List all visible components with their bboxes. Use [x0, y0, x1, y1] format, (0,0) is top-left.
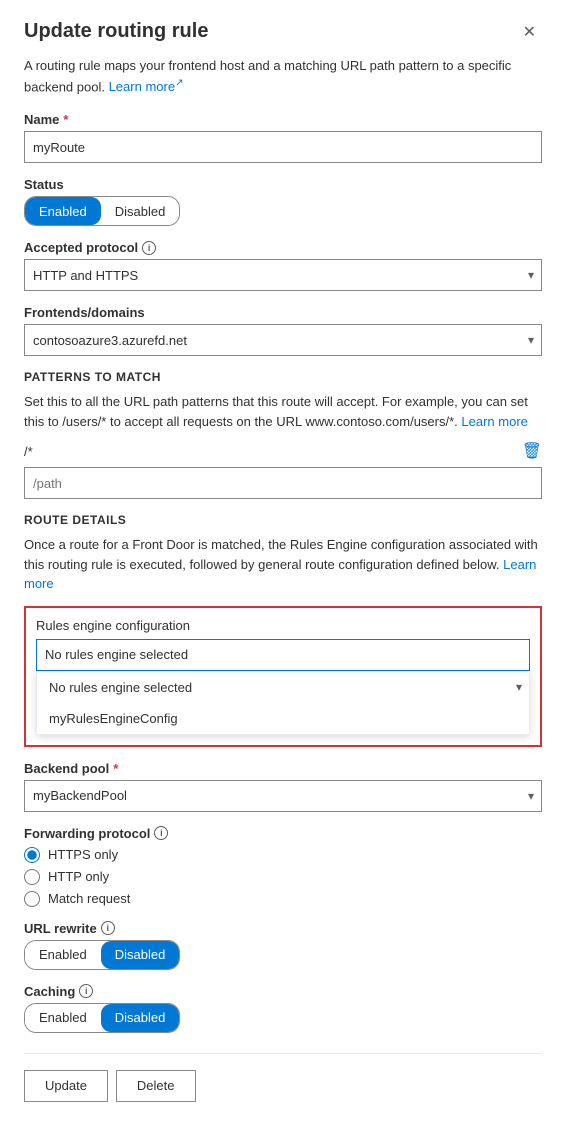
rules-engine-dropdown: No rules engine selected ▾ No rules engi…	[36, 639, 530, 735]
frontends-select-wrapper: contosoazure3.azurefd.net ▾	[24, 324, 542, 356]
caching-disabled-button[interactable]: Disabled	[101, 1004, 180, 1032]
backend-pool-select-wrapper: myBackendPool ▾	[24, 780, 542, 812]
rules-engine-label: Rules engine configuration	[36, 618, 530, 633]
backend-pool-field-group: Backend pool * myBackendPool ▾	[24, 761, 542, 812]
forwarding-https-only-radio[interactable]	[24, 847, 40, 863]
pattern-input[interactable]	[24, 467, 542, 499]
forwarding-protocol-info-icon[interactable]: i	[154, 826, 168, 840]
forwarding-protocol-radio-group: HTTPS only HTTP only Match request	[24, 847, 542, 907]
name-label: Name *	[24, 112, 542, 127]
name-required-indicator: *	[63, 112, 68, 127]
panel-header: Update routing rule ✕	[24, 20, 542, 44]
status-field-group: Status Enabled Disabled	[24, 177, 542, 226]
forwarding-https-only-row: HTTPS only	[24, 847, 542, 863]
forwarding-match-request-row: Match request	[24, 891, 542, 907]
forwarding-http-only-radio[interactable]	[24, 869, 40, 885]
rules-engine-option-config[interactable]: myRulesEngineConfig	[37, 703, 529, 734]
protocol-select[interactable]: HTTP and HTTPS HTTPS only HTTP only	[24, 259, 542, 291]
status-disabled-button[interactable]: Disabled	[101, 197, 180, 225]
pattern-value: /*	[24, 444, 33, 459]
forwarding-protocol-label: Forwarding protocol i	[24, 826, 542, 841]
delete-button[interactable]: Delete	[116, 1070, 196, 1102]
patterns-description: Set this to all the URL path patterns th…	[24, 392, 542, 431]
url-rewrite-disabled-button[interactable]: Disabled	[101, 941, 180, 969]
caching-info-icon[interactable]: i	[79, 984, 93, 998]
rules-engine-option-none[interactable]: No rules engine selected	[37, 672, 529, 703]
external-link-icon: ↗	[175, 78, 183, 89]
backend-pool-required-indicator: *	[113, 761, 118, 776]
caching-field-group: Caching i Enabled Disabled	[24, 984, 542, 1033]
frontends-select[interactable]: contosoazure3.azurefd.net	[24, 324, 542, 356]
close-button[interactable]: ✕	[517, 20, 542, 44]
forwarding-match-request-radio[interactable]	[24, 891, 40, 907]
forwarding-match-request-label: Match request	[48, 891, 130, 906]
update-routing-rule-panel: Update routing rule ✕ A routing rule map…	[0, 0, 566, 1122]
description-learn-more-link[interactable]: Learn more↗	[109, 79, 184, 94]
forwarding-http-only-label: HTTP only	[48, 869, 109, 884]
protocol-info-icon[interactable]: i	[142, 241, 156, 255]
patterns-learn-more-link[interactable]: Learn more	[461, 414, 527, 429]
caching-label: Caching i	[24, 984, 542, 999]
forwarding-http-only-row: HTTP only	[24, 869, 542, 885]
delete-pattern-icon[interactable]: 🗑	[522, 441, 542, 461]
forwarding-protocol-field-group: Forwarding protocol i HTTPS only HTTP on…	[24, 826, 542, 907]
name-input[interactable]	[24, 131, 542, 163]
panel-title: Update routing rule	[24, 20, 208, 43]
protocol-field-group: Accepted protocol i HTTP and HTTPS HTTPS…	[24, 240, 542, 291]
rules-engine-box: Rules engine configuration No rules engi…	[24, 606, 542, 747]
protocol-select-wrapper: HTTP and HTTPS HTTPS only HTTP only ▾	[24, 259, 542, 291]
patterns-section-title: PATTERNS TO MATCH	[24, 370, 542, 384]
url-rewrite-label: URL rewrite i	[24, 921, 542, 936]
route-details-section-title: ROUTE DETAILS	[24, 513, 542, 527]
frontends-field-group: Frontends/domains contosoazure3.azurefd.…	[24, 305, 542, 356]
caching-toggle: Enabled Disabled	[24, 1003, 180, 1033]
panel-description: A routing rule maps your frontend host a…	[24, 56, 542, 96]
frontends-label: Frontends/domains	[24, 305, 542, 320]
forwarding-https-only-label: HTTPS only	[48, 847, 118, 862]
status-toggle: Enabled Disabled	[24, 196, 180, 226]
url-rewrite-toggle: Enabled Disabled	[24, 940, 180, 970]
update-button[interactable]: Update	[24, 1070, 108, 1102]
rules-engine-dropdown-menu: No rules engine selected myRulesEngineCo…	[36, 671, 530, 735]
name-field-group: Name *	[24, 112, 542, 163]
rules-engine-selected[interactable]: No rules engine selected ▾	[36, 639, 530, 671]
status-label: Status	[24, 177, 542, 192]
pattern-row: /* 🗑	[24, 441, 542, 461]
footer-buttons: Update Delete	[24, 1053, 542, 1102]
protocol-label: Accepted protocol i	[24, 240, 542, 255]
backend-pool-label: Backend pool *	[24, 761, 542, 776]
url-rewrite-field-group: URL rewrite i Enabled Disabled	[24, 921, 542, 970]
pattern-input-group	[24, 467, 542, 499]
route-details-description: Once a route for a Front Door is matched…	[24, 535, 542, 594]
url-rewrite-enabled-button[interactable]: Enabled	[25, 941, 101, 969]
status-enabled-button[interactable]: Enabled	[25, 197, 101, 225]
caching-enabled-button[interactable]: Enabled	[25, 1004, 101, 1032]
backend-pool-select[interactable]: myBackendPool	[24, 780, 542, 812]
url-rewrite-info-icon[interactable]: i	[101, 921, 115, 935]
